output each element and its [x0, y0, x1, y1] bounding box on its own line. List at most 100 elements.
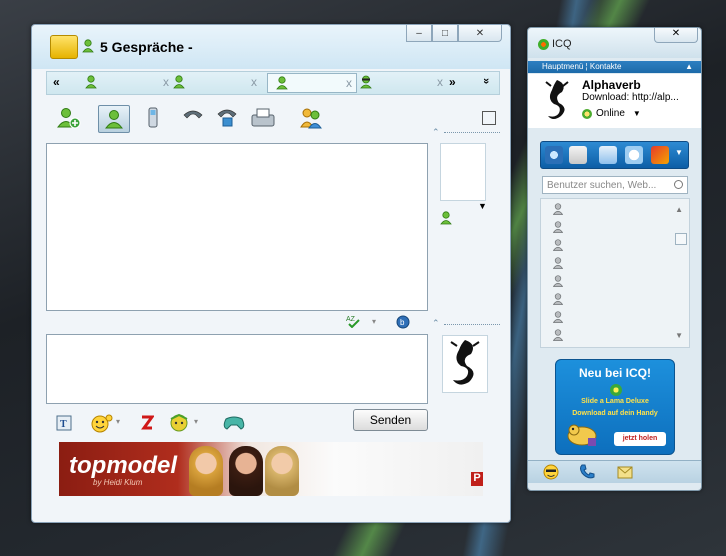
- conversation-window-icon: [50, 35, 78, 59]
- conversation-tab[interactable]: x: [359, 73, 447, 91]
- smiley-icon[interactable]: [88, 413, 114, 433]
- advertisement-banner[interactable]: topmodel by Heidi Klum P: [59, 442, 483, 496]
- group-button[interactable]: [296, 105, 326, 131]
- svg-text:b: b: [400, 318, 405, 327]
- contact-offline-icon[interactable]: [553, 275, 563, 287]
- group-icon: [300, 108, 322, 129]
- chat-bubble-icon[interactable]: [625, 146, 643, 164]
- svg-text:AZ: AZ: [346, 316, 356, 323]
- user-green-icon: [82, 39, 94, 53]
- contact-offline-icon[interactable]: [553, 257, 563, 269]
- ad-corner-logo: P: [471, 472, 483, 486]
- user-info-icon: [105, 110, 123, 129]
- media-player-icon[interactable]: [545, 146, 563, 164]
- scroll-down-arrow-icon[interactable]: ▼: [675, 331, 683, 340]
- voip-button[interactable]: [212, 105, 242, 131]
- user-green-icon: [173, 75, 185, 89]
- minimize-button[interactable]: –: [406, 25, 432, 42]
- user-green-icon: [440, 211, 452, 225]
- guitar-icon[interactable]: [651, 146, 669, 164]
- promo-line1: Slide a Lama Deluxe: [581, 398, 649, 405]
- conversation-titlebar[interactable]: 5 Gespräche - – □ ✕: [32, 25, 510, 69]
- notes-icon[interactable]: [569, 146, 587, 164]
- maximize-button[interactable]: □: [432, 25, 458, 42]
- contact-offline-icon[interactable]: [553, 329, 563, 341]
- message-input[interactable]: [46, 334, 428, 404]
- icq-titlebar[interactable]: ICQ ✕: [528, 28, 701, 58]
- status-label: Online: [596, 108, 625, 119]
- dropdown-arrow-icon[interactable]: ▾: [194, 417, 198, 426]
- contact-list[interactable]: ▲ ▼: [540, 198, 690, 348]
- scrollbar-thumb[interactable]: [675, 233, 687, 245]
- conversation-tab-active[interactable]: x: [267, 73, 357, 93]
- tab-prev-button[interactable]: «: [53, 75, 60, 89]
- dropdown-arrow-icon[interactable]: ▼: [675, 148, 683, 157]
- mobile-phone-icon: [148, 107, 158, 128]
- add-contact-button[interactable]: [54, 105, 84, 131]
- chevron-up-icon[interactable]: ▲: [685, 61, 693, 73]
- conversation-tab[interactable]: x: [85, 73, 173, 91]
- message-history[interactable]: [46, 143, 428, 311]
- svg-text:T: T: [60, 419, 67, 430]
- tab-close-icon[interactable]: x: [437, 75, 443, 89]
- smiley-icon[interactable]: [542, 463, 560, 481]
- ad-logo-text: topmodel: [69, 452, 177, 479]
- tab-close-icon[interactable]: x: [346, 76, 352, 90]
- collapse-arrow-icon[interactable]: ⌃: [432, 127, 440, 138]
- phone-icon[interactable]: [578, 463, 596, 481]
- emoticons-icon[interactable]: [168, 413, 190, 433]
- status-selector[interactable]: Online ▼: [582, 108, 641, 119]
- translate-icon[interactable]: b: [396, 315, 410, 329]
- conversation-tab[interactable]: x: [173, 73, 261, 91]
- icq-close-button[interactable]: ✕: [654, 28, 698, 43]
- collapse-arrow-icon[interactable]: ⌃: [432, 318, 440, 329]
- close-button[interactable]: ✕: [458, 25, 502, 42]
- fax-button[interactable]: [248, 105, 278, 131]
- font-icon[interactable]: T: [56, 415, 72, 431]
- icq-menu-bar[interactable]: Hauptmenü ¦ Kontakte ▲: [528, 61, 701, 73]
- promo-banner[interactable]: Neu bei ICQ! Slide a Lama Deluxe Downloa…: [555, 359, 675, 455]
- dropdown-arrow-icon[interactable]: ▾: [116, 417, 120, 426]
- profile-status-message[interactable]: Download: http://alp...: [582, 92, 679, 103]
- contact-offline-icon[interactable]: [553, 293, 563, 305]
- icq-bottom-bar: [528, 460, 701, 483]
- contact-offline-icon[interactable]: [553, 311, 563, 323]
- mail-icon[interactable]: [599, 146, 617, 164]
- ad-model-image: [229, 446, 263, 496]
- ad-model-image: [265, 446, 299, 496]
- mail-icon[interactable]: [616, 463, 634, 481]
- zap-icon[interactable]: [140, 415, 154, 431]
- icq-flower-icon: [610, 384, 622, 396]
- conversation-window: 5 Gespräche - – □ ✕ « x x x x » » ⌃ ▼ AZ…: [31, 24, 511, 523]
- contact-offline-icon[interactable]: [553, 203, 563, 215]
- user-green-icon: [276, 76, 288, 90]
- search-icon[interactable]: [674, 180, 683, 189]
- expand-window-button[interactable]: [482, 111, 496, 125]
- user-green-icon: [85, 75, 97, 89]
- call-button[interactable]: [178, 105, 208, 131]
- profile-name: Alphaverb: [582, 78, 641, 92]
- scroll-up-arrow-icon[interactable]: ▲: [675, 205, 683, 214]
- dropdown-arrow-icon[interactable]: ▾: [372, 317, 376, 326]
- online-status-icon: [582, 108, 592, 119]
- contact-search-input[interactable]: Benutzer suchen, Web...: [542, 176, 688, 194]
- icq-flower-icon: [538, 39, 549, 50]
- icq-menu-label[interactable]: Hauptmenü ¦ Kontakte: [542, 62, 621, 71]
- promo-get-button[interactable]: jetzt holen: [614, 432, 666, 446]
- contact-offline-icon[interactable]: [553, 221, 563, 233]
- send-label: Senden: [369, 413, 412, 427]
- format-toolbar: T ▾ ▾: [52, 413, 382, 433]
- tab-next-button[interactable]: »: [449, 75, 456, 89]
- spellcheck-icon[interactable]: AZ: [346, 314, 362, 328]
- games-icon[interactable]: [222, 415, 246, 431]
- dropdown-arrow-icon[interactable]: ▼: [478, 201, 487, 211]
- contact-offline-icon[interactable]: [553, 239, 563, 251]
- mobile-phone-button[interactable]: [138, 105, 168, 131]
- tab-close-icon[interactable]: x: [251, 75, 257, 89]
- tab-overflow-button[interactable]: »: [480, 78, 492, 84]
- profile-avatar[interactable]: [540, 78, 574, 124]
- dotted-divider: [444, 324, 500, 325]
- send-button[interactable]: Senden: [353, 409, 428, 431]
- tab-close-icon[interactable]: x: [163, 75, 169, 89]
- user-info-button[interactable]: [98, 105, 130, 133]
